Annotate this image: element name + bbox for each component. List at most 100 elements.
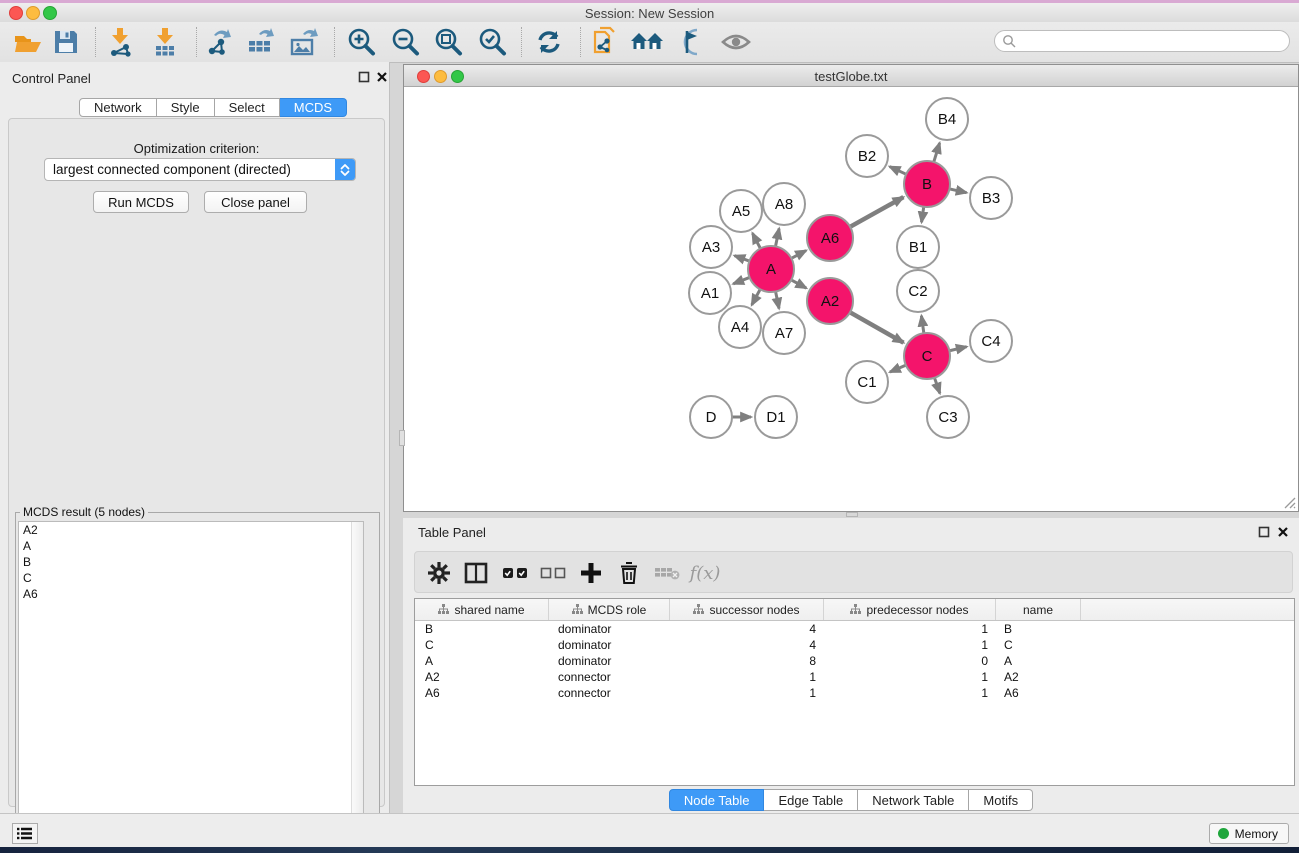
graph-edge-A-A8[interactable] bbox=[775, 229, 779, 248]
tab-mcds[interactable]: MCDS bbox=[280, 98, 347, 117]
mcds-result-item[interactable]: A bbox=[19, 538, 363, 554]
table-cell[interactable]: C bbox=[415, 637, 549, 653]
table-cell[interactable]: 1 bbox=[824, 621, 996, 637]
add-column-icon[interactable] bbox=[574, 556, 608, 590]
graph-node-B1[interactable]: B1 bbox=[897, 226, 939, 268]
import-table-icon[interactable] bbox=[148, 25, 184, 59]
table-cell[interactable]: dominator bbox=[549, 653, 670, 669]
network-window-titlebar[interactable]: testGlobe.txt bbox=[404, 65, 1298, 87]
graph-edge-B-B4[interactable] bbox=[933, 143, 939, 163]
table-cell[interactable]: A6 bbox=[996, 685, 1081, 701]
zoom-selected-icon[interactable] bbox=[474, 25, 510, 59]
column-header-shared-name[interactable]: shared name bbox=[415, 599, 549, 620]
graph-edge-A-A7[interactable] bbox=[775, 291, 779, 309]
table-row[interactable]: Adominator80A bbox=[415, 653, 1294, 669]
table-row[interactable]: A6connector11A6 bbox=[415, 685, 1294, 701]
graph-edge-C-C4[interactable] bbox=[948, 347, 966, 351]
eye-icon[interactable] bbox=[718, 25, 754, 59]
table-cell[interactable]: A bbox=[996, 653, 1081, 669]
table-cell[interactable]: 4 bbox=[670, 621, 824, 637]
table-cell[interactable]: A bbox=[415, 653, 549, 669]
table-cell[interactable]: dominator bbox=[549, 637, 670, 653]
network-from-file-icon[interactable] bbox=[589, 25, 625, 59]
graph-node-C3[interactable]: C3 bbox=[927, 396, 969, 438]
table-cell[interactable]: 4 bbox=[670, 637, 824, 653]
home-icon[interactable] bbox=[629, 25, 665, 59]
refresh-icon[interactable] bbox=[531, 25, 567, 59]
table-cell[interactable]: A2 bbox=[415, 669, 549, 685]
column-header-mcds-role[interactable]: MCDS role bbox=[549, 599, 670, 620]
float-panel-icon[interactable] bbox=[358, 71, 370, 83]
table-cell[interactable] bbox=[1081, 653, 1294, 669]
graph-node-B3[interactable]: B3 bbox=[970, 177, 1012, 219]
task-history-button[interactable] bbox=[12, 823, 38, 844]
table-cell[interactable]: B bbox=[996, 621, 1081, 637]
table-cell[interactable]: A2 bbox=[996, 669, 1081, 685]
open-session-icon[interactable] bbox=[10, 25, 46, 59]
mcds-result-item[interactable]: A6 bbox=[19, 586, 363, 602]
graph-node-A8[interactable]: A8 bbox=[763, 183, 805, 225]
mcds-result-item[interactable]: A2 bbox=[19, 522, 363, 538]
graph-node-A1[interactable]: A1 bbox=[689, 272, 731, 314]
graph-edge-A2-C[interactable] bbox=[849, 312, 903, 343]
tab-select[interactable]: Select bbox=[215, 98, 280, 117]
run-mcds-button[interactable]: Run MCDS bbox=[93, 191, 189, 213]
tab-network-table[interactable]: Network Table bbox=[858, 789, 969, 811]
close-table-panel-icon[interactable] bbox=[1277, 526, 1289, 538]
tab-edge-table[interactable]: Edge Table bbox=[764, 789, 858, 811]
table-cell[interactable]: 1 bbox=[824, 685, 996, 701]
graph-edge-A-A3[interactable] bbox=[734, 256, 750, 262]
graph-edge-B-B2[interactable] bbox=[890, 167, 907, 175]
list-scrollbar[interactable] bbox=[351, 522, 363, 844]
graph-node-B2[interactable]: B2 bbox=[846, 135, 888, 177]
table-cell[interactable]: dominator bbox=[549, 621, 670, 637]
graph-edge-A-A2[interactable] bbox=[790, 279, 806, 288]
network-canvas[interactable]: B4B2BB3A8A5A6A3B1AC2A1A2A4A7C4CC1C3DD1 bbox=[404, 87, 1298, 511]
search-input[interactable] bbox=[1020, 33, 1289, 49]
tab-motifs[interactable]: Motifs bbox=[969, 789, 1033, 811]
zoom-fit-icon[interactable] bbox=[430, 25, 466, 59]
column-header-successor-nodes[interactable]: successor nodes bbox=[670, 599, 824, 620]
mcds-result-list[interactable]: A2ABCA6 bbox=[18, 521, 364, 845]
table-cell[interactable] bbox=[1081, 669, 1294, 685]
table-cell[interactable]: 8 bbox=[670, 653, 824, 669]
table-cell[interactable]: 1 bbox=[670, 685, 824, 701]
memory-button[interactable]: Memory bbox=[1209, 823, 1289, 844]
close-panel-button[interactable]: Close panel bbox=[204, 191, 307, 213]
close-panel-icon[interactable] bbox=[376, 71, 388, 83]
export-table-icon[interactable] bbox=[243, 25, 279, 59]
mcds-result-item[interactable]: C bbox=[19, 570, 363, 586]
column-header-name[interactable]: name bbox=[996, 599, 1081, 620]
zoom-out-icon[interactable] bbox=[387, 25, 423, 59]
graph-node-A[interactable]: A bbox=[748, 246, 794, 292]
table-cell[interactable]: 1 bbox=[670, 669, 824, 685]
import-network-icon[interactable] bbox=[103, 25, 139, 59]
graph-edge-A-A4[interactable] bbox=[752, 288, 761, 305]
table-cell[interactable] bbox=[1081, 621, 1294, 637]
graph-edge-A6-B[interactable] bbox=[849, 197, 903, 227]
table-cell[interactable]: connector bbox=[549, 669, 670, 685]
graph-node-D1[interactable]: D1 bbox=[755, 396, 797, 438]
graph-node-D[interactable]: D bbox=[690, 396, 732, 438]
graph-edge-A-A6[interactable] bbox=[790, 251, 806, 259]
graph-node-A7[interactable]: A7 bbox=[763, 312, 805, 354]
graph-node-B4[interactable]: B4 bbox=[926, 98, 968, 140]
graph-node-A6[interactable]: A6 bbox=[807, 215, 853, 261]
table-cell[interactable]: C bbox=[996, 637, 1081, 653]
select-all-checkboxes-icon[interactable] bbox=[498, 556, 532, 590]
tab-style[interactable]: Style bbox=[157, 98, 215, 117]
zoom-in-icon[interactable] bbox=[343, 25, 379, 59]
table-cell[interactable] bbox=[1081, 637, 1294, 653]
graph-edge-C-C2[interactable] bbox=[921, 316, 924, 334]
column-layout-icon[interactable] bbox=[459, 556, 493, 590]
graph-edge-C-C1[interactable] bbox=[890, 365, 907, 372]
export-network-icon[interactable] bbox=[201, 25, 237, 59]
divider-grip[interactable] bbox=[846, 512, 858, 517]
graph-node-B[interactable]: B bbox=[904, 161, 950, 207]
graph-edge-C-C3[interactable] bbox=[934, 377, 940, 394]
table-cell[interactable]: 1 bbox=[824, 669, 996, 685]
delete-column-icon[interactable] bbox=[612, 556, 646, 590]
search-box[interactable] bbox=[994, 30, 1290, 52]
graph-node-C1[interactable]: C1 bbox=[846, 361, 888, 403]
table-cell[interactable]: connector bbox=[549, 685, 670, 701]
